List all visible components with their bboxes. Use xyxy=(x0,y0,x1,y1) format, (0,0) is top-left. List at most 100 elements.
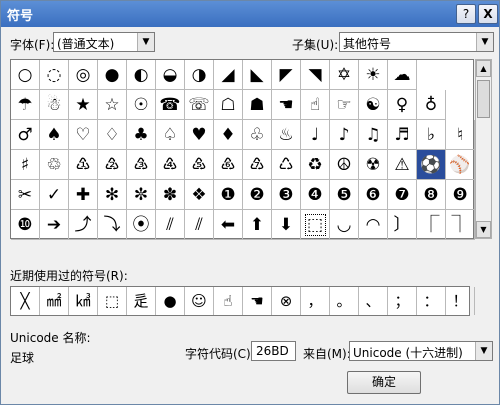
symbol-cell[interactable]: ❶ xyxy=(214,180,243,210)
recent-symbol-cell[interactable]: ☚ xyxy=(243,287,272,315)
symbol-cell[interactable]: ⏋ xyxy=(446,210,475,240)
symbol-cell[interactable]: ☯ xyxy=(359,90,388,120)
symbol-cell[interactable]: ⬇ xyxy=(272,210,301,240)
symbol-cell[interactable]: ♀ xyxy=(388,90,417,120)
recent-symbol-cell[interactable]: ☝ xyxy=(214,287,243,315)
symbol-cell[interactable]: ⎾ xyxy=(417,210,446,240)
symbol-cell[interactable]: ◥ xyxy=(301,60,330,90)
recent-symbol-cell[interactable]: ！ xyxy=(446,287,475,315)
symbol-cell[interactable]: ☮ xyxy=(330,150,359,180)
symbol-cell[interactable]: ◌ xyxy=(40,60,69,90)
recent-symbol-cell[interactable]: 、 xyxy=(359,287,388,315)
symbol-cell[interactable]: ✽ xyxy=(156,180,185,210)
symbol-cell[interactable]: ♯ xyxy=(11,150,40,180)
symbol-cell[interactable]: ☆ xyxy=(98,90,127,120)
symbol-cell[interactable]: ♥ xyxy=(185,120,214,150)
symbol-cell[interactable]: ❾ xyxy=(446,180,475,210)
symbol-cell[interactable]: ◑ xyxy=(185,60,214,90)
recent-symbol-cell[interactable]: ㎦ xyxy=(69,287,98,315)
symbol-cell[interactable]: ♨ xyxy=(272,120,301,150)
symbol-cell[interactable]: ♴ xyxy=(98,150,127,180)
symbol-cell[interactable]: ◒ xyxy=(156,60,185,90)
symbol-cell[interactable]: ☏ xyxy=(185,90,214,120)
symbol-cell[interactable]: ❽ xyxy=(417,180,446,210)
symbol-cell[interactable]: ✚ xyxy=(69,180,98,210)
symbol-cell[interactable]: ⬅ xyxy=(214,210,243,240)
symbol-cell[interactable]: ⫽ xyxy=(156,210,185,240)
symbol-cell[interactable]: ♧ xyxy=(243,120,272,150)
symbol-cell[interactable]: ⬚ xyxy=(301,210,330,240)
symbol-cell[interactable]: ◐ xyxy=(127,60,156,90)
symbol-cell[interactable]: ⦿ xyxy=(127,210,156,240)
scroll-up-icon[interactable]: ▲ xyxy=(476,60,491,77)
recent-symbol-cell[interactable]: 辵 xyxy=(127,287,156,315)
symbol-cell[interactable]: ♭ xyxy=(417,120,446,150)
symbol-cell[interactable]: ♶ xyxy=(156,150,185,180)
symbol-cell[interactable]: ⬆ xyxy=(243,210,272,240)
symbol-cell[interactable]: ♁ xyxy=(417,90,446,120)
symbol-cell[interactable]: ❺ xyxy=(330,180,359,210)
symbol-cell[interactable]: ♷ xyxy=(185,150,214,180)
symbol-cell[interactable]: ♳ xyxy=(69,150,98,180)
symbol-cell[interactable]: ☁ xyxy=(388,60,417,90)
symbol-cell[interactable]: ♂ xyxy=(11,120,40,150)
symbol-cell[interactable]: ☉ xyxy=(127,90,156,120)
symbol-cell[interactable]: ☗ xyxy=(243,90,272,120)
recent-symbol-cell[interactable]: ╳ xyxy=(11,287,40,315)
symbol-cell[interactable]: ✡ xyxy=(330,60,359,90)
symbol-cell[interactable]: ❸ xyxy=(272,180,301,210)
symbol-cell[interactable]: ✓ xyxy=(40,180,69,210)
symbol-cell[interactable]: ❻ xyxy=(359,180,388,210)
symbol-cell[interactable]: ♣ xyxy=(127,120,156,150)
symbol-cell[interactable]: ☚ xyxy=(272,90,301,120)
symbol-cell[interactable]: ⤵ xyxy=(98,210,127,240)
symbol-cell[interactable]: ♺ xyxy=(272,150,301,180)
from-dropdown[interactable]: Unicode (十六进制) ▼ xyxy=(349,341,493,361)
symbol-cell[interactable]: ⤴ xyxy=(69,210,98,240)
symbol-cell[interactable]: ✂ xyxy=(11,180,40,210)
recent-symbol-cell[interactable]: ， xyxy=(301,287,330,315)
symbol-cell[interactable]: ♩ xyxy=(301,120,330,150)
symbol-cell[interactable]: ☂ xyxy=(11,90,40,120)
charcode-input[interactable]: 26BD xyxy=(251,341,296,361)
symbol-cell[interactable]: ☞ xyxy=(330,90,359,120)
symbol-cell[interactable]: ♵ xyxy=(127,150,156,180)
symbol-cell[interactable]: ♫ xyxy=(359,120,388,150)
symbol-cell[interactable]: ♤ xyxy=(156,120,185,150)
close-button[interactable]: X xyxy=(478,4,498,24)
symbol-cell[interactable]: ☎ xyxy=(156,90,185,120)
symbol-cell[interactable]: ☖ xyxy=(214,90,243,120)
symbol-cell[interactable]: ♦ xyxy=(214,120,243,150)
symbol-scrollbar[interactable]: ▲ ▼ xyxy=(475,59,492,239)
symbol-cell[interactable]: ☝ xyxy=(301,90,330,120)
symbol-cell[interactable]: ❹ xyxy=(301,180,330,210)
recent-symbol-cell[interactable]: ： xyxy=(417,287,446,315)
symbol-cell[interactable]: ◎ xyxy=(69,60,98,90)
symbol-cell[interactable]: ✻ xyxy=(98,180,127,210)
symbol-cell[interactable]: ♢ xyxy=(98,120,127,150)
symbol-cell[interactable]: ★ xyxy=(69,90,98,120)
symbol-cell[interactable]: ♡ xyxy=(69,120,98,150)
symbol-cell[interactable]: ♬ xyxy=(388,120,417,150)
symbol-cell[interactable]: ◡ xyxy=(330,210,359,240)
symbol-cell[interactable]: ♸ xyxy=(214,150,243,180)
scroll-down-icon[interactable]: ▼ xyxy=(476,221,491,238)
symbol-cell[interactable]: ⚠ xyxy=(388,150,417,180)
symbol-cell[interactable]: ♪ xyxy=(330,120,359,150)
symbol-cell[interactable]: ♲ xyxy=(40,150,69,180)
symbol-cell[interactable]: ⚾ xyxy=(446,150,475,180)
symbol-cell[interactable]: ◤ xyxy=(272,60,301,90)
help-button[interactable]: ? xyxy=(456,4,476,24)
recent-symbol-cell[interactable]: ⬚ xyxy=(98,287,127,315)
symbol-cell[interactable]: ❼ xyxy=(388,180,417,210)
symbol-cell[interactable]: ○ xyxy=(11,60,40,90)
scroll-thumb[interactable] xyxy=(477,80,490,118)
symbol-cell[interactable]: ❖ xyxy=(185,180,214,210)
symbol-cell[interactable]: ◠ xyxy=(359,210,388,240)
recent-symbol-cell[interactable]: ㎟ xyxy=(40,287,69,315)
font-dropdown[interactable]: (普通文本) ▼ xyxy=(53,32,155,52)
symbol-cell[interactable]: ♮ xyxy=(446,120,475,150)
symbol-cell[interactable]: ♠ xyxy=(40,120,69,150)
recent-symbol-cell[interactable]: 。 xyxy=(330,287,359,315)
symbol-cell[interactable]: ◢ xyxy=(214,60,243,90)
